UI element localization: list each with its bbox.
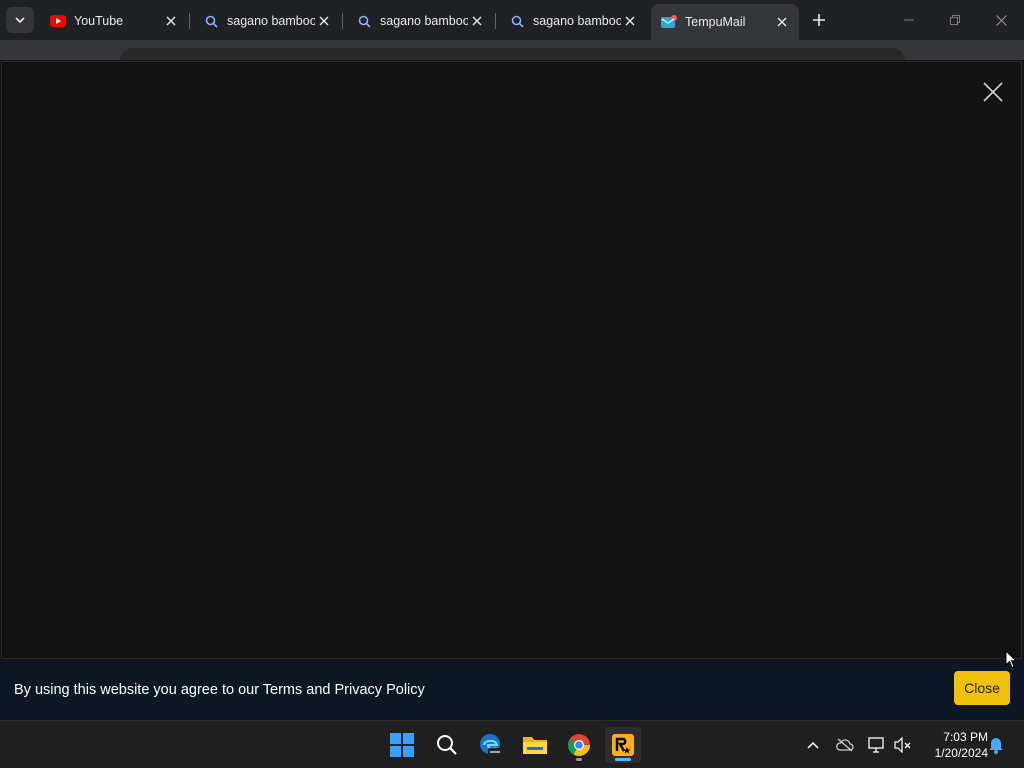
close-tab-icon[interactable] bbox=[315, 12, 333, 30]
search-icon bbox=[509, 13, 525, 29]
volume-tray-button[interactable] bbox=[893, 735, 913, 755]
cookie-banner-text: By using this website you agree to our T… bbox=[14, 682, 425, 698]
minimize-button[interactable] bbox=[897, 8, 921, 32]
windows-icon bbox=[390, 733, 414, 757]
file-explorer-button[interactable] bbox=[517, 727, 553, 763]
chrome-icon bbox=[568, 734, 590, 756]
clock-time: 7:03 PM bbox=[943, 730, 988, 744]
system-clock[interactable]: 7:03 PM 1/20/2024 bbox=[918, 729, 988, 761]
tab-youtube[interactable]: YouTube bbox=[40, 6, 188, 36]
mouse-cursor-icon bbox=[1005, 649, 1018, 674]
onedrive-tray-button[interactable] bbox=[835, 735, 855, 755]
rockstar-launcher-button[interactable] bbox=[605, 727, 641, 763]
tab-sagano-bamboo-2[interactable]: sagano bamboo bbox=[346, 6, 494, 36]
tab-title: sagano bamboo bbox=[227, 14, 315, 28]
network-tray-button[interactable] bbox=[867, 735, 887, 755]
chevron-down-icon bbox=[15, 17, 25, 24]
edge-preview-button[interactable] bbox=[473, 727, 509, 763]
close-tab-icon[interactable] bbox=[162, 12, 180, 30]
rockstar-icon bbox=[612, 734, 634, 756]
edge-icon bbox=[480, 734, 502, 756]
search-icon bbox=[437, 735, 457, 755]
close-icon bbox=[983, 82, 1003, 102]
modal-overlay bbox=[1, 61, 1022, 659]
tab-title: YouTube bbox=[74, 14, 124, 28]
new-tab-button[interactable] bbox=[808, 9, 830, 31]
restore-icon bbox=[950, 15, 960, 25]
tab-divider bbox=[342, 13, 343, 29]
tab-sagano-bamboo-1[interactable]: sagano bamboo bbox=[193, 6, 341, 36]
youtube-icon bbox=[50, 13, 66, 29]
tempumail-icon bbox=[661, 14, 677, 30]
tab-tempumail[interactable]: TempuMail bbox=[651, 4, 799, 40]
tab-search-button[interactable] bbox=[6, 7, 34, 33]
tab-title: sagano bamboo bbox=[380, 14, 468, 28]
minimize-icon bbox=[904, 19, 914, 21]
volume-muted-icon bbox=[894, 737, 911, 753]
plus-icon bbox=[813, 14, 825, 26]
tab-divider bbox=[189, 13, 190, 29]
search-button[interactable] bbox=[429, 727, 465, 763]
cookie-banner: By using this website you agree to our T… bbox=[0, 659, 1024, 721]
network-icon bbox=[868, 737, 884, 753]
chevron-up-icon bbox=[807, 741, 819, 749]
show-hidden-icons-button[interactable] bbox=[803, 735, 823, 755]
restore-button[interactable] bbox=[943, 8, 967, 32]
close-tab-icon[interactable] bbox=[468, 12, 486, 30]
search-icon bbox=[203, 13, 219, 29]
close-tab-icon[interactable] bbox=[621, 12, 639, 30]
start-button[interactable] bbox=[384, 727, 420, 763]
close-window-button[interactable] bbox=[989, 8, 1013, 32]
close-tab-icon[interactable] bbox=[773, 13, 791, 31]
tab-title: sagano bamboo bbox=[533, 14, 621, 28]
tab-divider bbox=[495, 13, 496, 29]
taskbar: 7:03 PM 1/20/2024 bbox=[0, 720, 1024, 768]
tab-title: TempuMail bbox=[685, 15, 746, 29]
notifications-button[interactable] bbox=[986, 735, 1006, 755]
bell-icon bbox=[989, 738, 1003, 754]
cookie-close-button[interactable]: Close bbox=[954, 671, 1010, 705]
search-icon bbox=[356, 13, 372, 29]
tab-sagano-bamboo-3[interactable]: sagano bamboo bbox=[499, 6, 647, 36]
cloud-off-icon bbox=[836, 738, 854, 752]
chrome-button[interactable] bbox=[561, 727, 597, 763]
modal-close-button[interactable] bbox=[979, 78, 1007, 106]
active-indicator bbox=[615, 758, 631, 761]
tab-strip: YouTube sagano bamboo sagano bamboo saga… bbox=[0, 0, 1024, 40]
close-icon bbox=[995, 14, 1007, 26]
folder-icon bbox=[523, 737, 547, 754]
clock-date: 1/20/2024 bbox=[934, 746, 988, 760]
running-indicator bbox=[576, 758, 582, 761]
